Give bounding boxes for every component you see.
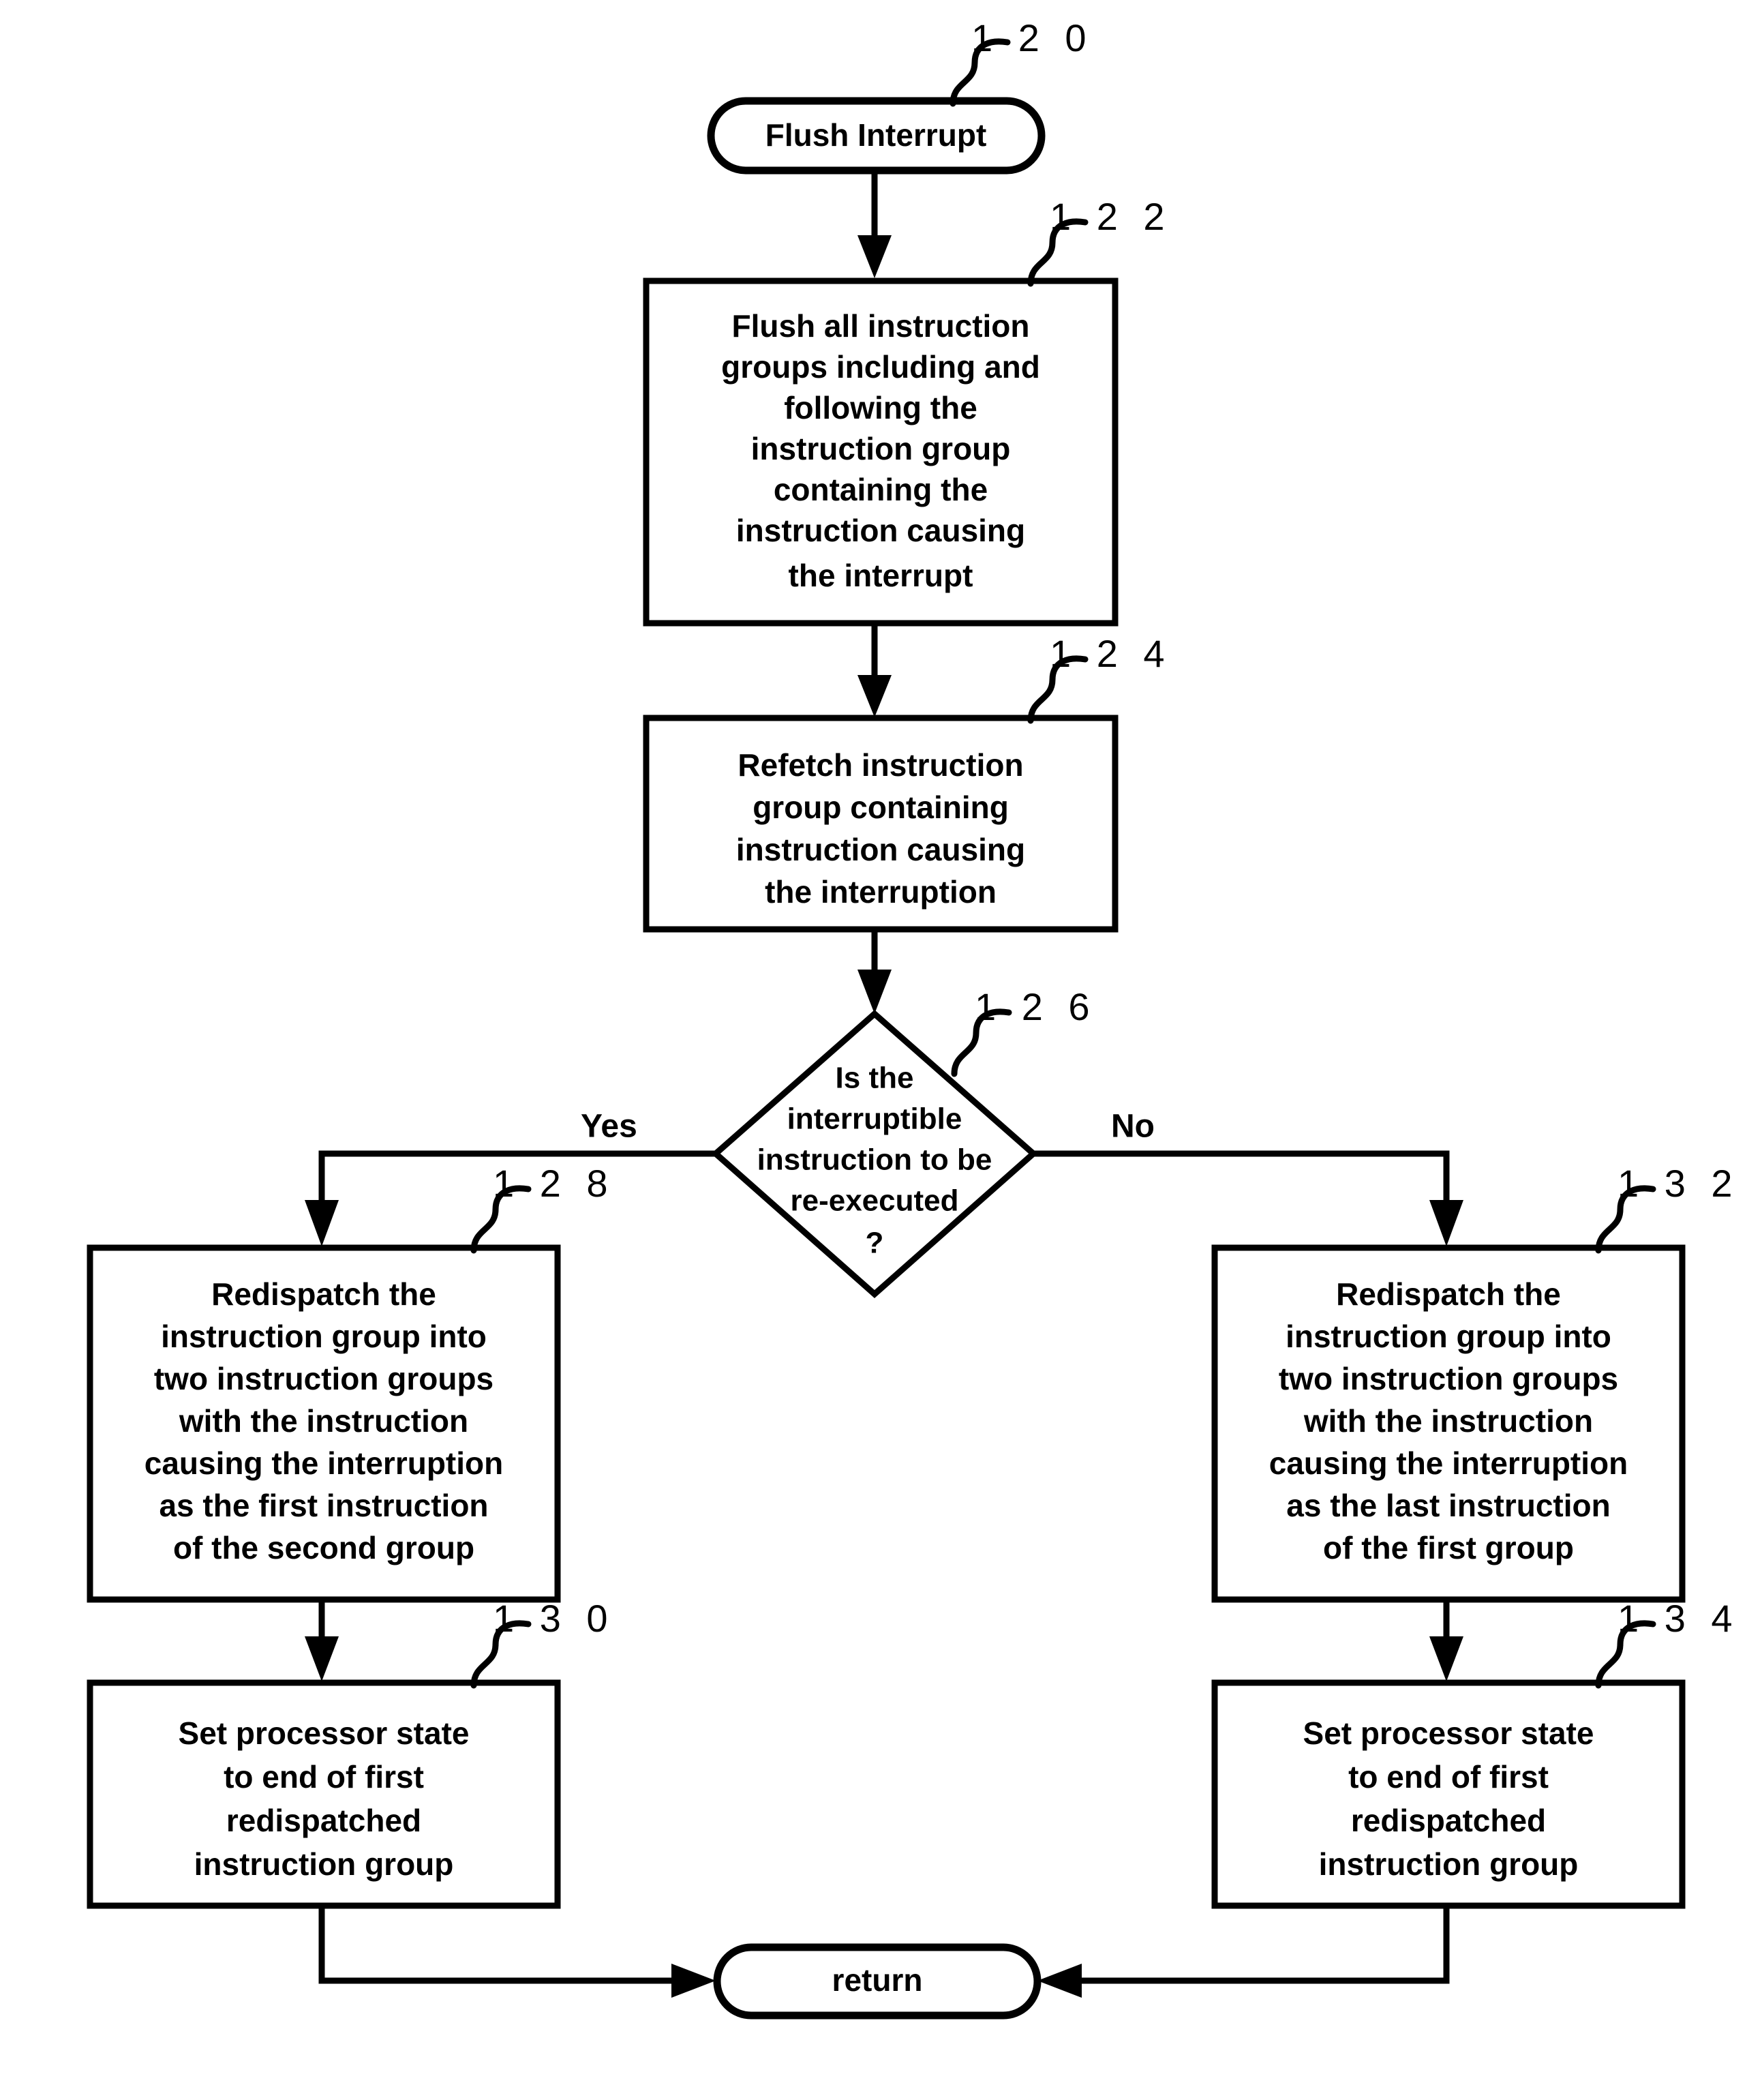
node-decision[interactable]: Is the interruptible instruction to be r…: [711, 1010, 1038, 1299]
node-set-state-right-line: to end of first: [1348, 1759, 1549, 1795]
node-decision-line: instruction to be: [757, 1143, 992, 1177]
edge-set-state-right-to-end: [1037, 1906, 1450, 1998]
flowchart-canvas: Flush Interrupt 1 2 0 Flush all instruct…: [87, 16, 1740, 2020]
ref-number-134: 1 3 4: [1617, 1597, 1740, 1640]
node-decision-line: re-executed: [790, 1184, 958, 1218]
edge-start-to-flush-all: [857, 170, 892, 278]
node-start[interactable]: Flush Interrupt: [707, 97, 1046, 175]
leader-126: 1 2 6: [951, 985, 1097, 1077]
node-set-state-left-line: redispatched: [226, 1803, 421, 1838]
node-end-label: return: [832, 1962, 923, 1998]
node-set-state-right-line: instruction group: [1319, 1846, 1579, 1882]
node-redispatch-first-line: two instruction groups: [154, 1361, 493, 1396]
node-redispatch-first-line: with the instruction: [179, 1403, 468, 1439]
node-set-state-right-line: Set processor state: [1303, 1715, 1594, 1751]
node-set-state-left-line: to end of first: [224, 1759, 424, 1795]
node-redispatch-last[interactable]: Redispatch the instruction group into tw…: [1211, 1244, 1686, 1603]
node-set-state-left-line: instruction group: [194, 1846, 454, 1882]
node-flush-all-line: containing the: [774, 472, 988, 507]
node-flush-all-line: the interrupt: [789, 558, 973, 593]
node-flush-all[interactable]: Flush all instruction groups including a…: [643, 278, 1119, 627]
ref-number-124: 1 2 4: [1050, 632, 1172, 675]
edge-set-state-left-to-end: [318, 1906, 716, 1998]
node-set-state-left[interactable]: Set processor state to end of first redi…: [87, 1679, 561, 1909]
edge-decision-no-to-redispatch-last: [1033, 1150, 1463, 1246]
branch-label-no: No: [1111, 1109, 1155, 1145]
node-redispatch-last-line: causing the interruption: [1269, 1445, 1628, 1481]
ref-number-132: 1 3 2: [1617, 1162, 1740, 1205]
node-refetch-line: the interruption: [765, 874, 997, 910]
edge-redispatch-first-to-set-state-left: [305, 1599, 339, 1681]
node-redispatch-last-line: with the instruction: [1303, 1403, 1593, 1439]
node-flush-all-line: following the: [784, 390, 977, 425]
node-flush-all-line: instruction group: [751, 431, 1011, 466]
node-start-label: Flush Interrupt: [765, 117, 987, 153]
node-refetch[interactable]: Refetch instruction group containing ins…: [643, 715, 1119, 933]
leader-134: 1 3 4: [1595, 1597, 1740, 1689]
node-decision-line: interruptible: [787, 1102, 962, 1136]
node-redispatch-last-line: as the last instruction: [1286, 1488, 1610, 1523]
node-redispatch-last-line: Redispatch the: [1336, 1276, 1561, 1312]
edge-redispatch-last-to-set-state-right: [1429, 1599, 1463, 1681]
node-end[interactable]: return: [713, 1943, 1042, 2020]
node-redispatch-first-line: as the first instruction: [159, 1488, 488, 1523]
node-redispatch-last-line: of the first group: [1323, 1530, 1574, 1565]
edge-flush-all-to-refetch: [857, 623, 892, 717]
node-refetch-line: Refetch instruction: [738, 747, 1023, 783]
ref-number-130: 1 3 0: [493, 1597, 616, 1640]
leader-122: 1 2 2: [1027, 195, 1172, 287]
node-set-state-right-line: redispatched: [1351, 1803, 1546, 1838]
node-refetch-line: group containing: [753, 790, 1009, 825]
node-set-state-left-line: Set processor state: [179, 1715, 470, 1751]
leader-124: 1 2 4: [1027, 632, 1172, 724]
node-flush-all-line: instruction causing: [736, 513, 1025, 548]
node-redispatch-first-line: causing the interruption: [145, 1445, 503, 1481]
node-set-state-right[interactable]: Set processor state to end of first redi…: [1211, 1679, 1686, 1909]
leader-128: 1 2 8: [470, 1162, 616, 1254]
flowchart-page: Flush Interrupt 1 2 0 Flush all instruct…: [0, 0, 1762, 2100]
node-redispatch-last-line: two instruction groups: [1279, 1361, 1618, 1396]
ref-number-120: 1 2 0: [971, 16, 1094, 59]
leader-130: 1 3 0: [470, 1597, 616, 1689]
node-redispatch-last-line: instruction group into: [1286, 1319, 1611, 1354]
node-flush-all-line: Flush all instruction: [731, 308, 1029, 344]
branch-label-yes: Yes: [581, 1109, 637, 1145]
node-refetch-line: instruction causing: [736, 832, 1025, 867]
node-decision-line: ?: [866, 1227, 884, 1260]
edge-refetch-to-decision: [857, 929, 892, 1014]
node-decision-line: Is the: [836, 1062, 914, 1095]
ref-number-126: 1 2 6: [975, 985, 1097, 1028]
ref-number-128: 1 2 8: [493, 1162, 616, 1205]
node-redispatch-first-line: Redispatch the: [211, 1276, 436, 1312]
node-flush-all-line: groups including and: [721, 349, 1040, 385]
ref-number-122: 1 2 2: [1050, 195, 1172, 238]
node-redispatch-first-line: of the second group: [173, 1530, 474, 1565]
leader-132: 1 3 2: [1595, 1162, 1740, 1254]
leader-120: 1 2 0: [950, 16, 1094, 107]
node-redispatch-first[interactable]: Redispatch the instruction group into tw…: [87, 1244, 561, 1603]
node-redispatch-first-line: instruction group into: [161, 1319, 487, 1354]
